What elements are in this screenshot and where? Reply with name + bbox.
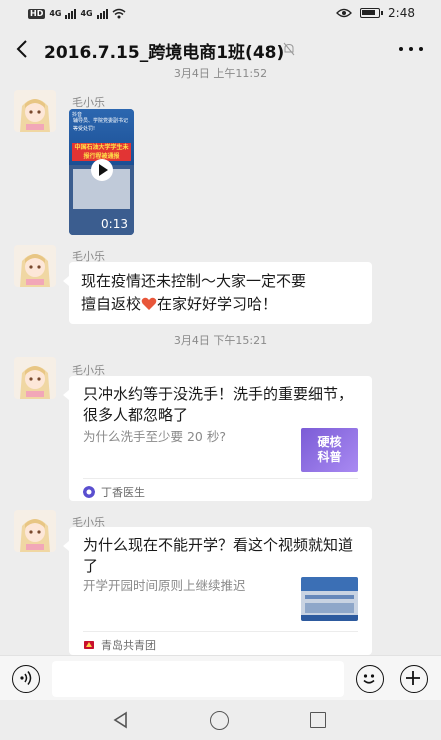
card-source: 青岛共青团 (83, 637, 156, 653)
message-line-2: 擅自返校 在家好好学习哈！ (81, 295, 278, 313)
mute-bell-icon (283, 42, 295, 56)
timestamp: 3月4日 下午15:21 (173, 334, 268, 347)
card-description: 开学开园时间原则上继续推迟 (83, 578, 246, 593)
battery-icon (360, 8, 384, 18)
sender-name: 毛小乐 (72, 96, 105, 109)
card-title: 为什么现在不能开学？看这个视频就知道了 (83, 536, 354, 575)
signal2-label: 4G (80, 9, 93, 18)
card-thumbnail (301, 577, 358, 621)
avatar[interactable] (14, 510, 56, 552)
eye-icon (336, 8, 352, 18)
status-bar: HD 4G 4G 2:48 (0, 0, 441, 30)
wifi-icon (112, 8, 126, 19)
message-input[interactable] (52, 661, 344, 697)
emoji-button[interactable] (356, 665, 384, 693)
card-thumbnail: 硬核 科普 (301, 428, 358, 472)
avatar[interactable] (14, 90, 56, 132)
message-line-1: 现在疫情还未控制～大家一定不要 (81, 272, 307, 290)
nav-recent-apps-icon[interactable] (310, 712, 326, 728)
video-duration: 0:13 (101, 217, 128, 231)
card-source: 丁香医生 (83, 484, 145, 500)
signal1-label: 4G (49, 9, 62, 18)
avatar[interactable] (14, 357, 56, 399)
smiley-icon (363, 674, 375, 684)
nav-back-icon[interactable] (112, 711, 130, 729)
video-message[interactable]: 抖音 辅导员、学院党委副书记等受处罚! 中国石油大学学生未报行程被通报 0:13 (69, 109, 134, 235)
input-bar (0, 655, 441, 700)
signal-icon (65, 8, 77, 19)
article-card[interactable]: 只冲水约等于没洗手！洗手的重要细节，很多人都忽略了 为什么洗手至少要 20 秒?… (63, 376, 372, 501)
youth-league-logo-icon (84, 641, 94, 649)
card-description: 为什么洗手至少要 20 秒? (83, 429, 226, 444)
article-card[interactable]: 为什么现在不能开学？看这个视频就知道了 开学开园时间原则上继续推迟 青岛共青团 (63, 527, 372, 655)
more-functions-button[interactable] (400, 665, 428, 693)
system-nav-bar (0, 700, 441, 740)
voice-icon (20, 671, 32, 685)
back-arrow-icon[interactable] (10, 36, 36, 62)
signal-icon-2 (96, 8, 108, 19)
card-title: 只冲水约等于没洗手！洗手的重要细节，很多人都忽略了 (83, 385, 354, 424)
dingxiang-logo-icon (83, 486, 95, 498)
video-headline: 辅导员、学院党委副书记等受处罚! (73, 118, 129, 132)
heart-emoji-icon (141, 297, 157, 310)
hd-badge: HD (28, 8, 46, 19)
text-message[interactable]: 现在疫情还未控制～大家一定不要 擅自返校 在家好好学习哈！ (63, 262, 372, 324)
voice-input-button[interactable] (12, 665, 40, 693)
more-options-icon[interactable] (399, 40, 423, 58)
play-icon[interactable] (91, 159, 113, 181)
status-right: 2:48 (336, 6, 415, 20)
status-left: HD 4G 4G (28, 8, 126, 19)
chat-area[interactable]: 3月4日 上午11:52 毛小乐 抖音 辅导员、学院党委副书记等受处罚! 中国石… (0, 60, 441, 655)
nav-home-icon[interactable] (210, 711, 229, 730)
timestamp: 3月4日 上午11:52 (173, 67, 268, 80)
plus-icon (406, 671, 420, 685)
clock: 2:48 (388, 6, 415, 20)
avatar[interactable] (14, 245, 56, 287)
